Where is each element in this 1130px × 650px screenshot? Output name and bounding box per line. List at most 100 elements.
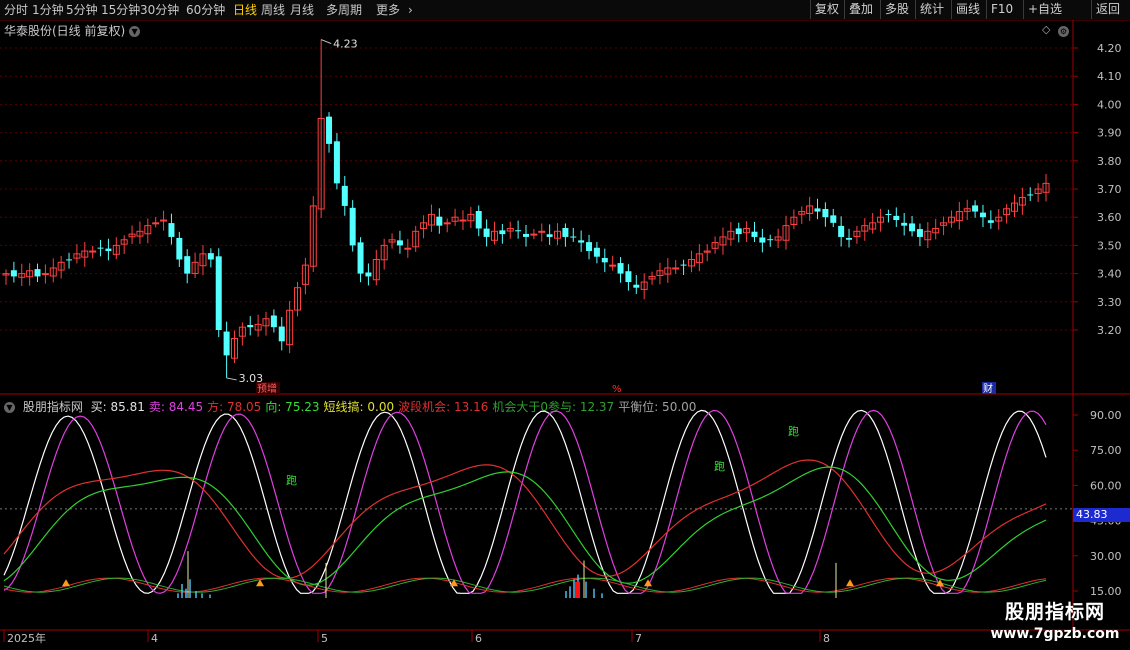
- time-label-4: 7: [635, 632, 642, 645]
- candle-body-down: [846, 237, 853, 240]
- chevron-right-icon[interactable]: ›: [408, 2, 413, 18]
- candle-body-down: [617, 263, 624, 274]
- candle-body-up: [152, 222, 160, 225]
- direction-line-red: [3, 459, 1047, 579]
- top-toolbar: 分时 1分钟 5分钟 15分钟 30分钟 60分钟 日线 周线 月线 多周期 更多 › 复权 叠加 多股 统计…: [0, 0, 1130, 21]
- price-tick-label-0: 4.20: [1097, 42, 1122, 55]
- toolbar-button-3[interactable]: 统计: [915, 0, 948, 19]
- candle-body-down: [562, 228, 569, 237]
- price-tick-label-2: 4.00: [1097, 98, 1122, 111]
- low-pointer: [226, 377, 237, 381]
- time-label-2: 5: [321, 632, 328, 645]
- candle-body-down: [625, 271, 632, 283]
- toolbar-button-5[interactable]: F10: [986, 0, 1017, 19]
- up-triangle-icon: [846, 579, 854, 587]
- high-pointer: [320, 39, 332, 45]
- ind-tick-label-4: 30.00: [1090, 550, 1122, 563]
- candle-body-down: [341, 185, 348, 206]
- watermark: 股朋指标网 www.7gpzb.com: [980, 600, 1130, 644]
- candle-body-down: [680, 264, 687, 266]
- candle-body-down: [838, 225, 845, 237]
- toolbar-button-4[interactable]: 画线: [951, 0, 984, 19]
- toolbar-button-2[interactable]: 多股: [880, 0, 913, 19]
- period-tab-5[interactable]: 60分钟: [186, 2, 225, 18]
- candle-body-down: [396, 240, 403, 246]
- price-tick-label-7: 3.50: [1097, 239, 1122, 252]
- period-tab-3[interactable]: 15分钟: [101, 2, 140, 18]
- candle-body-down: [278, 326, 285, 342]
- ind-tick-label-5: 15.00: [1090, 585, 1122, 598]
- candle-body-down: [207, 253, 214, 260]
- candle-body-down: [901, 222, 908, 226]
- candle-body-up: [538, 230, 546, 233]
- candle-body-down: [34, 269, 41, 277]
- toolbar-button-1[interactable]: 叠加: [844, 0, 877, 19]
- period-tab-7[interactable]: 周线: [261, 2, 285, 18]
- price-tick-label-3: 3.90: [1097, 127, 1122, 140]
- period-tab-0[interactable]: 分时: [4, 2, 28, 18]
- candle-body-down: [578, 240, 585, 243]
- candle-body-down: [593, 247, 600, 257]
- time-label-1: 4: [151, 632, 158, 645]
- candle-body-down: [601, 257, 608, 263]
- candle-body-down: [916, 229, 923, 237]
- signal-bar-red: [575, 581, 580, 599]
- chart-area[interactable]: 4.20 4.10 4.00 3.90 3.80 3.70 3.60 3.50 3.40 3.30…: [0, 20, 1130, 650]
- event-label-2: %: [612, 384, 622, 395]
- period-tab-8[interactable]: 月线: [290, 2, 314, 18]
- candle-body-up: [672, 267, 680, 270]
- period-tab-2[interactable]: 5分钟: [66, 2, 98, 18]
- price-tick-label-10: 3.20: [1097, 324, 1122, 337]
- candle-body-down: [515, 230, 522, 232]
- event-label-3: 财: [983, 382, 993, 395]
- candle-body-down: [247, 324, 254, 328]
- candle-body-down: [105, 248, 112, 252]
- candle-body-down: [436, 216, 443, 226]
- candle-body-down: [893, 215, 900, 221]
- candle-body-down: [885, 214, 892, 216]
- current-value-tag: 43.83: [1073, 508, 1130, 522]
- toolbar-button-7[interactable]: 返回: [1091, 0, 1124, 19]
- candle-body-up: [443, 222, 451, 225]
- candle-body-up: [530, 233, 538, 236]
- candle-body-down: [475, 211, 482, 229]
- ind-tick-label-1: 75.00: [1090, 444, 1122, 457]
- candle-body-down: [97, 247, 104, 249]
- period-tab-4[interactable]: 30分钟: [140, 2, 179, 18]
- candle-body-down: [830, 215, 837, 223]
- buy-line: [3, 409, 1047, 594]
- candle-body-down: [751, 231, 758, 237]
- direction-line-green: [3, 466, 1047, 586]
- candle-body-down: [987, 220, 994, 223]
- candle-body-down: [483, 228, 490, 237]
- period-tab-1[interactable]: 1分钟: [32, 2, 64, 18]
- run-label: 跑: [286, 473, 297, 487]
- ind-tick-label-0: 90.00: [1090, 409, 1122, 422]
- time-label-3: 6: [475, 632, 482, 645]
- candle-body-down: [972, 205, 979, 212]
- candle-body-up: [41, 273, 49, 276]
- period-tab-6[interactable]: 日线: [233, 2, 257, 18]
- toolbar-button-6[interactable]: +自选: [1023, 0, 1066, 19]
- watermark-title: 股朋指标网: [1004, 601, 1105, 623]
- period-tab-10[interactable]: 更多: [376, 2, 400, 18]
- candle-body-down: [499, 230, 506, 235]
- candle-body-down: [10, 270, 17, 277]
- toolbar-button-0[interactable]: 复权: [810, 0, 843, 19]
- candle-body-down: [326, 116, 333, 144]
- candle-body-down: [546, 234, 553, 237]
- candle-body-down: [570, 236, 577, 238]
- run-label: 跑: [714, 459, 725, 473]
- event-label-1: 预增: [257, 382, 277, 395]
- watermark-url: www.7gpzb.com: [990, 626, 1120, 642]
- high-label: 4.23: [333, 38, 358, 51]
- candle-body-up: [459, 219, 467, 222]
- price-tick-label-5: 3.70: [1097, 183, 1122, 196]
- candle-body-down: [215, 256, 222, 330]
- period-tab-9[interactable]: 多周期: [326, 2, 362, 18]
- candle-body-down: [184, 256, 191, 274]
- candle-body-down: [270, 315, 277, 328]
- candle-body-down: [66, 259, 73, 261]
- run-label: 跑: [788, 424, 799, 438]
- candle-body-down: [759, 237, 766, 243]
